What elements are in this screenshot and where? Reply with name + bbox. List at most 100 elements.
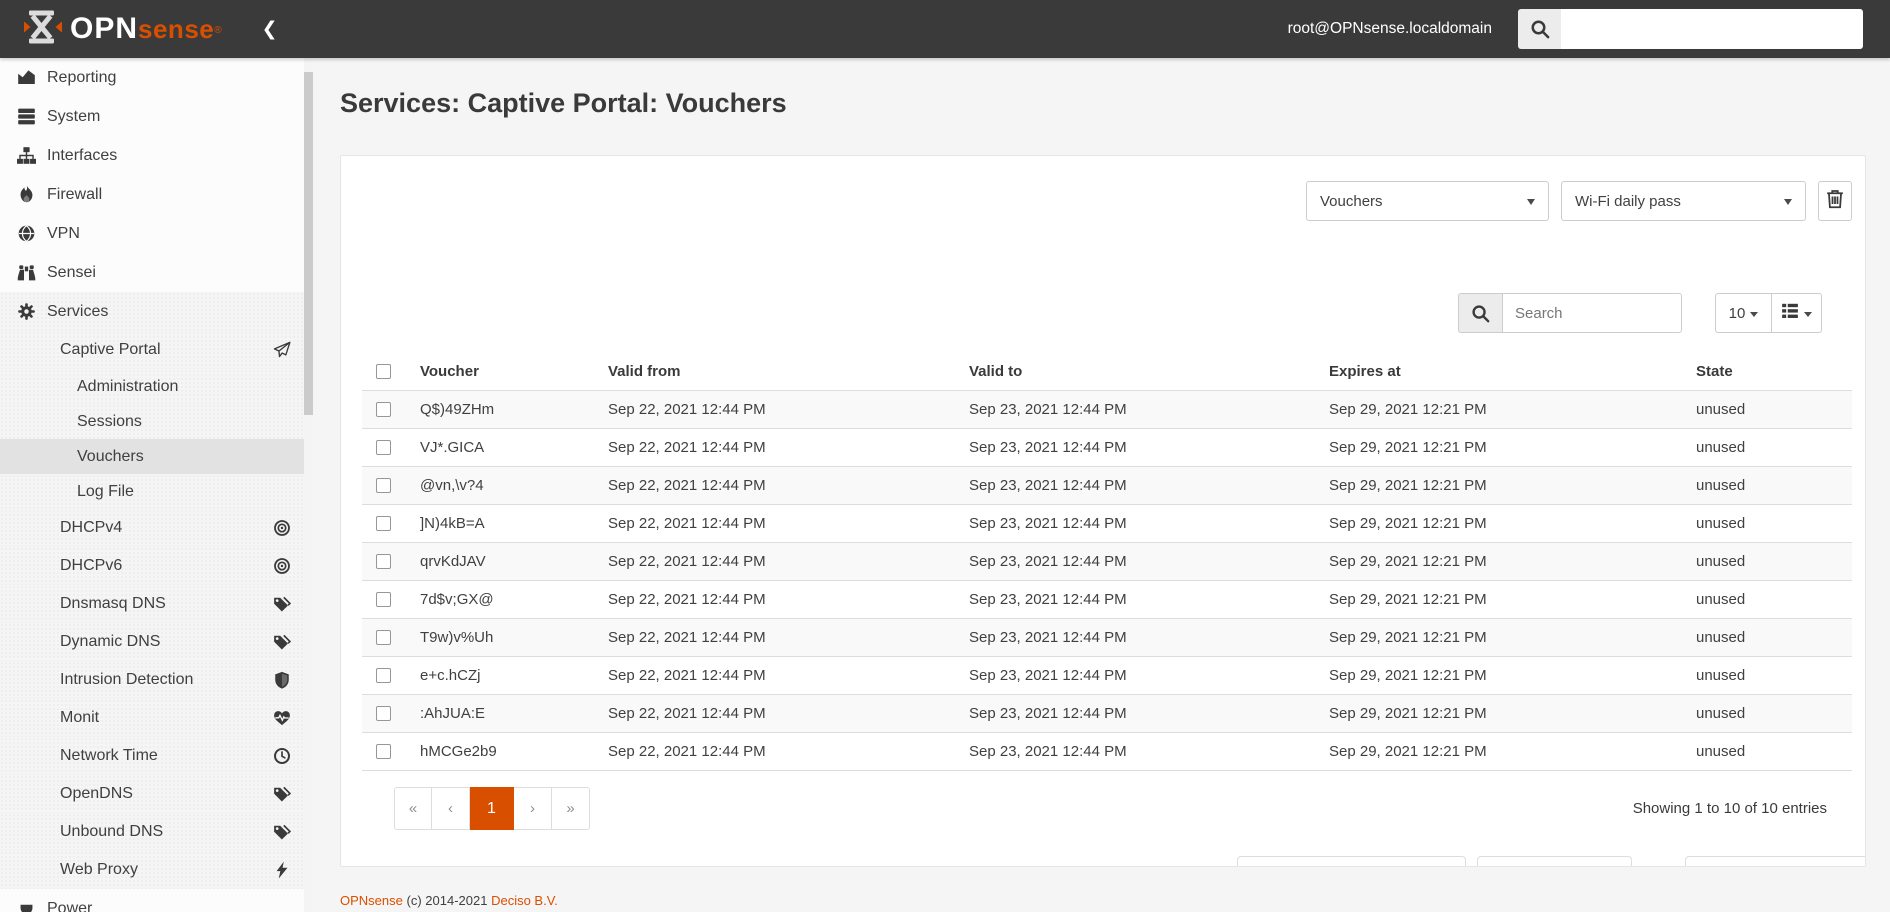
vouchers-table: Voucher Valid from Valid to Expires at State… [362, 353, 1852, 771]
column-header-valid-to[interactable]: Valid to [961, 353, 1321, 391]
sidebar-item-system[interactable]: System [0, 97, 313, 136]
sidebar-item-network-time[interactable]: Network Time [0, 737, 313, 775]
column-header-state[interactable]: State [1688, 353, 1852, 391]
column-header-voucher[interactable]: Voucher [412, 353, 600, 391]
expires-at-cell: Sep 29, 2021 12:21 PM [1321, 504, 1688, 543]
sidebar-item-sensei[interactable]: Sensei [0, 253, 313, 292]
sidebar-item-dynamic-dns[interactable]: Dynamic DNS [0, 623, 313, 661]
sidebar-item-sessions[interactable]: Sessions [0, 404, 313, 439]
valid-from-cell: Sep 22, 2021 12:44 PM [600, 504, 961, 543]
chevron-down-icon [1804, 311, 1812, 321]
row-checkbox[interactable] [376, 478, 391, 493]
sidebar-item-power[interactable]: Power [0, 889, 313, 912]
state-cell: unused [1688, 504, 1852, 543]
valid-to-cell: Sep 23, 2021 12:44 PM [961, 618, 1321, 657]
opnsense-footer-link[interactable]: OPNsense [340, 893, 403, 908]
sidebar-item-unbound-dns[interactable]: Unbound DNS [0, 813, 313, 851]
sidebar-item-reporting[interactable]: Reporting [0, 58, 313, 97]
sidebar-item-interfaces[interactable]: Interfaces [0, 136, 313, 175]
valid-from-cell: Sep 22, 2021 12:44 PM [600, 618, 961, 657]
row-checkbox[interactable] [376, 630, 391, 645]
row-checkbox[interactable] [376, 744, 391, 759]
sidebar-item-services[interactable]: Services [0, 292, 313, 331]
voucher-code-cell: T9w)v%Uh [412, 618, 600, 657]
row-checkbox[interactable] [376, 706, 391, 721]
valid-to-cell: Sep 23, 2021 12:44 PM [961, 504, 1321, 543]
opnsense-logo[interactable]: OPN sense ® [24, 8, 222, 51]
row-checkbox[interactable] [376, 440, 391, 455]
page-size-value: 10 [1728, 304, 1746, 322]
sidebar-item-firewall[interactable]: Firewall [0, 175, 313, 214]
sidebar-item-label: Reporting [47, 68, 117, 86]
global-search-input[interactable] [1561, 9, 1863, 49]
chevron-down-icon [1527, 199, 1535, 209]
sidebar-item-captive-portal[interactable]: Captive Portal [0, 331, 313, 369]
sidebar-item-label: OpenDNS [60, 785, 133, 802]
sidebar-item-dhcpv4[interactable]: DHCPv4 [0, 509, 313, 547]
sidebar-item-label: VPN [47, 224, 80, 242]
sidebar-item-log-file[interactable]: Log File [0, 474, 313, 509]
valid-to-cell: Sep 23, 2021 12:44 PM [961, 428, 1321, 467]
valid-to-cell: Sep 23, 2021 12:44 PM [961, 542, 1321, 581]
globe-icon [13, 224, 39, 243]
voucher-code-cell: 7d$v;GX@ [412, 580, 600, 619]
voucher-code-cell: hMCGe2b9 [412, 732, 600, 771]
sidebar-item-administration[interactable]: Administration [0, 369, 313, 404]
sidebar-item-vouchers[interactable]: Vouchers [0, 439, 313, 474]
next-page-button[interactable]: › [514, 787, 552, 830]
binoculars-icon [13, 263, 39, 282]
sidebar-item-dnsmasq-dns[interactable]: Dnsmasq DNS [0, 585, 313, 623]
delete-vouchers-button[interactable] [1818, 181, 1852, 221]
table-row: hMCGe2b9 Sep 22, 2021 12:44 PM Sep 23, 202… [362, 732, 1852, 771]
showing-entries-text: Showing 1 to 10 of 10 entries [1632, 800, 1827, 817]
valid-to-cell: Sep 23, 2021 12:44 PM [961, 466, 1321, 505]
expires-at-cell: Sep 29, 2021 12:21 PM [1321, 656, 1688, 695]
row-checkbox[interactable] [376, 516, 391, 531]
tags-icon [273, 785, 291, 803]
last-page-button[interactable]: » [552, 787, 590, 830]
select-all-checkbox[interactable] [376, 364, 391, 379]
valid-from-cell: Sep 22, 2021 12:44 PM [600, 542, 961, 581]
area-chart-icon [13, 68, 39, 87]
valid-from-cell: Sep 22, 2021 12:44 PM [600, 466, 961, 505]
sidebar-item-label: DHCPv4 [60, 519, 123, 536]
paper-plane-icon [273, 341, 291, 359]
column-header-valid-from[interactable]: Valid from [600, 353, 961, 391]
page-size-button[interactable]: 10 [1715, 293, 1772, 333]
state-cell: unused [1688, 542, 1852, 581]
trash-icon [1824, 188, 1846, 215]
chevron-down-icon [1750, 311, 1759, 321]
clock-icon [273, 747, 291, 765]
sidebar-item-label: Sessions [77, 412, 142, 430]
sidebar-item-monit[interactable]: Monit [0, 699, 313, 737]
columns-chooser-button[interactable] [1772, 293, 1822, 333]
sidebar-item-web-proxy[interactable]: Web Proxy [0, 851, 313, 889]
row-checkbox[interactable] [376, 554, 391, 569]
table-search-input[interactable] [1502, 293, 1682, 333]
voucher-code-cell: Q$)49ZHm [412, 390, 600, 429]
prev-page-button[interactable]: ‹ [432, 787, 470, 830]
voucher-group-value: Vouchers [1320, 192, 1383, 210]
row-checkbox[interactable] [376, 668, 391, 683]
table-row: 7d$v;GX@ Sep 22, 2021 12:44 PM Sep 23, 202… [362, 580, 1852, 619]
page-1-button[interactable]: 1 [470, 787, 514, 830]
valid-from-cell: Sep 22, 2021 12:44 PM [600, 390, 961, 429]
voucher-group-select[interactable]: Vouchers [1306, 181, 1549, 221]
sidebar-item-intrusion-detection[interactable]: Intrusion Detection [0, 661, 313, 699]
voucher-provider-select[interactable]: Wi-Fi daily pass [1561, 181, 1806, 221]
sidebar-scrollbar-thumb[interactable] [304, 72, 313, 415]
sidebar-item-opendns[interactable]: OpenDNS [0, 775, 313, 813]
sidebar-item-dhcpv6[interactable]: DHCPv6 [0, 547, 313, 585]
opnsense-app: OPN sense ® ❮ root@OPNsense.localdomain Re… [0, 0, 1890, 912]
chevron-down-icon [1784, 199, 1792, 209]
bolt-icon [273, 861, 291, 879]
collapse-sidebar-icon[interactable]: ❮ [262, 18, 278, 41]
row-checkbox[interactable] [376, 402, 391, 417]
column-header-expires-at[interactable]: Expires at [1321, 353, 1688, 391]
sidebar-item-vpn[interactable]: VPN [0, 214, 313, 253]
deciso-footer-link[interactable]: Deciso B.V. [491, 893, 558, 908]
sidebar-item-label: DHCPv6 [60, 557, 123, 574]
row-checkbox[interactable] [376, 592, 391, 607]
vouchers-panel: Vouchers Wi-Fi daily pass Search 10 Vouc… [340, 155, 1866, 867]
first-page-button[interactable]: « [394, 787, 432, 830]
